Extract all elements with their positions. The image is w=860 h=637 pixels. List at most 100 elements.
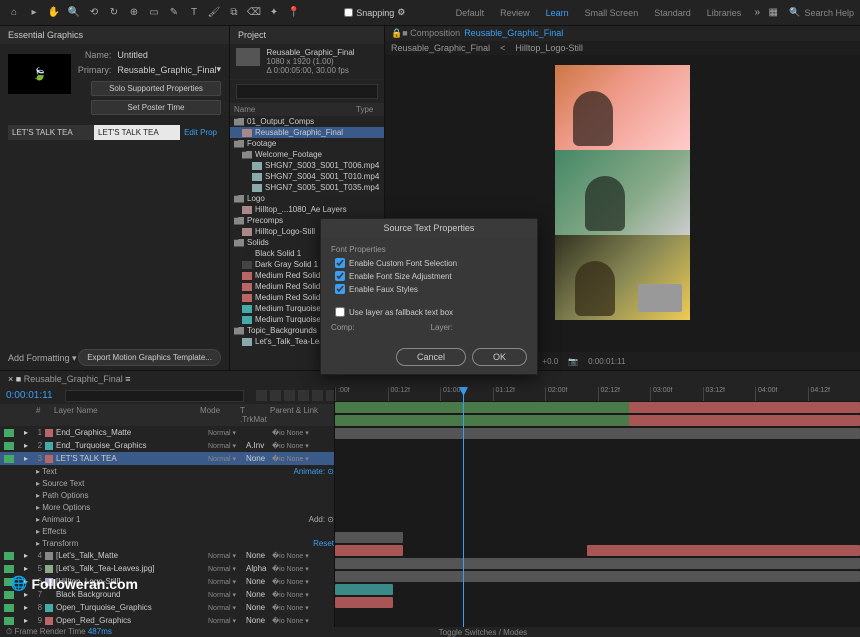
comp-tab-active[interactable]: Reusable_Graphic_Final [464, 28, 563, 39]
layer-property[interactable]: ▸ Effects [0, 525, 334, 537]
lock-icon[interactable]: 🔒 [391, 28, 402, 39]
set-poster-button[interactable]: Set Poster Time [91, 100, 221, 115]
rotate-tool-icon[interactable]: ↻ [106, 5, 122, 21]
project-search-input[interactable] [236, 84, 378, 99]
hand-tool-icon[interactable]: ✋ [46, 5, 62, 21]
eg-text-layer-1[interactable]: LET'S TALK TEA [8, 125, 94, 140]
timeline-tab[interactable]: Reusable_Graphic_Final [24, 374, 123, 384]
project-item[interactable]: Welcome_Footage [230, 149, 384, 160]
timeline-layer-row[interactable]: ▸5[Let's_Talk_Tea-Leaves.jpg]Normal ▾Alp… [0, 562, 334, 575]
tl-opt-1-icon[interactable] [256, 390, 267, 401]
edit-properties-link[interactable]: Edit Prop [180, 125, 221, 140]
globe-icon: 🌐 [10, 575, 27, 592]
timeline-current-time[interactable]: 0:00:01:11 [0, 387, 59, 404]
essential-graphics-panel: Essential Graphics Name:Untitled Primary… [0, 26, 230, 370]
brush-tool-icon[interactable]: 🖌 [206, 5, 222, 21]
preview-frame-3 [555, 235, 690, 320]
toggle-switches-button[interactable]: Toggle Switches / Modes [112, 628, 854, 637]
workspace-tab-libraries[interactable]: Libraries [699, 5, 750, 21]
roto-tool-icon[interactable]: ✦ [266, 5, 282, 21]
fallback-textbox-checkbox[interactable] [335, 307, 345, 317]
timeline-search-input[interactable] [65, 390, 244, 402]
app-toolbar: ⌂ ▸ ✋ 🔍 ⟲ ↻ ⊕ ▭ ✎ T 🖌 ⧉ ⌫ ✦ 📍 Snapping⚙ … [0, 0, 860, 26]
enable-font-selection-checkbox[interactable] [335, 258, 345, 268]
timeline-panel: × ■ Reusable_Graphic_Final ≡ 0:00:01:11 … [0, 370, 860, 546]
workspace-tab-standard[interactable]: Standard [646, 5, 699, 21]
timeline-layer-row[interactable]: ▸9Open_Red_GraphicsNormal ▾None�io None … [0, 614, 334, 627]
ws-more-icon[interactable]: » [749, 5, 765, 21]
eg-text-layer-2[interactable]: LET'S TALK TEA [94, 125, 180, 140]
timeline-tracks[interactable]: :00f00:12f01:00f01:12f02:00f02:12f03:00f… [335, 387, 860, 627]
layer-property[interactable]: ▸ More Options [0, 501, 334, 513]
tl-opt-3-icon[interactable] [284, 390, 295, 401]
layer-property[interactable]: ▸ Path Options [0, 489, 334, 501]
workspace-tab-small screen[interactable]: Small Screen [577, 5, 647, 21]
search-help[interactable]: 🔍 Search Help [789, 7, 854, 18]
panel-menu-icon[interactable]: ▦ [765, 5, 781, 21]
dialog-title: Source Text Properties [321, 219, 537, 237]
watermark: 🌐 Followeran.com [10, 575, 138, 592]
search-icon: 🔍 [789, 7, 800, 18]
pen-tool-icon[interactable]: ✎ [166, 5, 182, 21]
eg-poster-thumb [8, 54, 71, 94]
project-item[interactable]: Footage [230, 138, 384, 149]
clone-tool-icon[interactable]: ⧉ [226, 5, 242, 21]
project-item[interactable]: SHGN7_S004_S001_T010.mp4 [230, 171, 384, 182]
solo-properties-button[interactable]: Solo Supported Properties [91, 81, 221, 96]
timeline-layer-row[interactable]: ▸1End_Graphics_MatteNormal ▾�io None ▾ [0, 426, 334, 439]
add-formatting-dropdown[interactable]: Add Formatting ▾ [8, 353, 77, 364]
layer-property[interactable]: ▸ TransformReset [0, 537, 334, 549]
eraser-tool-icon[interactable]: ⌫ [246, 5, 262, 21]
project-item[interactable]: Reusable_Graphic_Final [230, 127, 384, 138]
layer-property[interactable]: ▸ Animator 1Add: ⊙ [0, 513, 334, 525]
text-tool-icon[interactable]: T [186, 5, 202, 21]
panel-tab-eg[interactable]: Essential Graphics [0, 26, 229, 44]
home-icon[interactable]: ⌂ [6, 5, 22, 21]
eg-primary-dropdown[interactable]: Reusable_Graphic_Final [117, 65, 216, 75]
snapshot-icon[interactable]: 📷 [568, 357, 578, 366]
zoom-tool-icon[interactable]: 🔍 [66, 5, 82, 21]
preview-frame-2 [555, 150, 690, 235]
chevron-down-icon: ▾ [216, 64, 221, 75]
tl-opt-6-icon[interactable] [326, 390, 335, 401]
workspace-tabs: DefaultReviewLearnSmall ScreenStandardLi… [448, 5, 750, 21]
timeline-layer-row[interactable]: ▸8Open_Turquoise_GraphicsNormal ▾None�io… [0, 601, 334, 614]
snapping-toggle[interactable]: Snapping⚙ [344, 7, 405, 18]
timeline-layer-row[interactable]: ▸3LET'S TALK TEANormal ▾None�io None ▾ [0, 452, 334, 465]
timeline-layer-row[interactable]: ▸2End_Turquoise_GraphicsNormal ▾A.Inv�io… [0, 439, 334, 452]
panel-tab-project[interactable]: Project [230, 26, 384, 44]
workspace-tab-learn[interactable]: Learn [538, 5, 577, 21]
tl-opt-4-icon[interactable] [298, 390, 309, 401]
selection-tool-icon[interactable]: ▸ [26, 5, 42, 21]
cancel-button[interactable]: Cancel [396, 348, 466, 366]
proj-item-thumb [236, 48, 260, 66]
project-item[interactable]: 01_Output_Comps [230, 116, 384, 127]
tl-opt-5-icon[interactable] [312, 390, 323, 401]
eg-name-value: Untitled [117, 50, 221, 60]
enable-faux-styles-checkbox[interactable] [335, 284, 345, 294]
frame-render-time: ⏱ Frame Render Time 487ms [6, 627, 112, 637]
source-text-properties-dialog: Source Text Properties Font Properties E… [320, 218, 538, 375]
export-mogrt-button[interactable]: Export Motion Graphics Template... [78, 349, 221, 366]
rect-tool-icon[interactable]: ▭ [146, 5, 162, 21]
workspace-tab-default[interactable]: Default [448, 5, 493, 21]
layer-property[interactable]: ▸ Source Text [0, 477, 334, 489]
preview-frame-1 [555, 65, 690, 150]
comp-breadcrumb-1[interactable]: Reusable_Graphic_Final [391, 43, 490, 53]
layer-property[interactable]: ▸ TextAnimate: ⊙ [0, 465, 334, 477]
comp-breadcrumb-2[interactable]: Hilltop_Logo-Still [515, 43, 583, 53]
exposure-control[interactable]: +0.0 [542, 357, 558, 366]
timeline-layer-row[interactable]: ▸4[Let's_Talk_MatteNormal ▾None�io None … [0, 549, 334, 562]
anchor-tool-icon[interactable]: ⊕ [126, 5, 142, 21]
project-item[interactable]: Hilltop_...1080_Ae Layers [230, 204, 384, 215]
project-item[interactable]: SHGN7_S005_S001_T035.mp4 [230, 182, 384, 193]
project-item[interactable]: Logo [230, 193, 384, 204]
enable-font-size-checkbox[interactable] [335, 271, 345, 281]
puppet-tool-icon[interactable]: 📍 [286, 5, 302, 21]
workspace-tab-review[interactable]: Review [492, 5, 538, 21]
ok-button[interactable]: OK [472, 348, 527, 366]
orbit-tool-icon[interactable]: ⟲ [86, 5, 102, 21]
tl-opt-2-icon[interactable] [270, 390, 281, 401]
project-item[interactable]: SHGN7_S003_S001_T006.mp4 [230, 160, 384, 171]
playhead[interactable] [463, 387, 464, 627]
